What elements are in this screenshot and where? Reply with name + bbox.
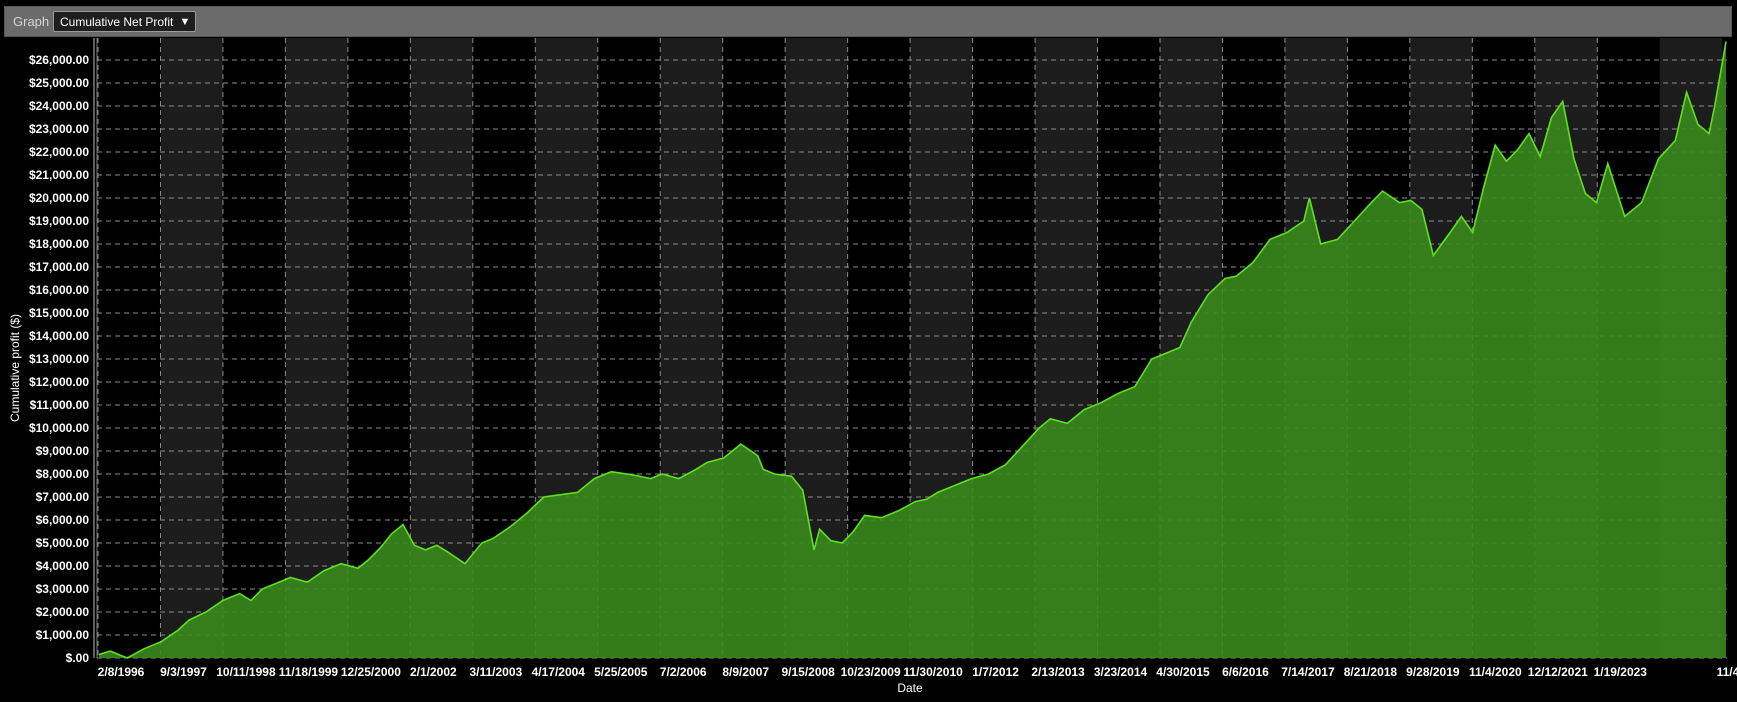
x-axis-title: Date <box>897 681 923 695</box>
background-band <box>160 38 223 658</box>
y-tick-label: $1,000.00 <box>36 628 90 642</box>
x-tick-label: 9/3/1997 <box>160 665 207 679</box>
y-tick-label: $23,000.00 <box>29 122 89 136</box>
y-tick-label: $22,000.00 <box>29 145 89 159</box>
cumulative-profit-chart: $.00 $1,000.00 $2,000.00 $3,000.00 $4,000.00… <box>0 38 1737 702</box>
x-tick-label: 1/7/2012 <box>972 665 1019 679</box>
x-tick-label: 10/11/1998 <box>216 665 276 679</box>
y-tick-label: $19,000.00 <box>29 214 89 228</box>
graph-toolbar: Graph Cumulative Net Profit ▼ <box>4 6 1732 37</box>
y-tick-label: $7,000.00 <box>36 490 90 504</box>
x-tick-label: 7/2/2006 <box>660 665 707 679</box>
y-tick-label: $3,000.00 <box>36 582 90 596</box>
x-tick-label: 7/14/2017 <box>1281 665 1335 679</box>
y-tick-label: $4,000.00 <box>36 559 90 573</box>
x-tick-label: 6/6/2016 <box>1222 665 1269 679</box>
y-tick-label: $12,000.00 <box>29 375 89 389</box>
x-tick-label: 2/1/2002 <box>410 665 457 679</box>
x-tick-label: 5/25/2005 <box>594 665 648 679</box>
x-tick-label: 12/25/2000 <box>341 665 401 679</box>
x-tick-label: 3/11/2003 <box>469 665 522 679</box>
x-tick-label: 3/23/2014 <box>1094 665 1148 679</box>
y-tick-label: $25,000.00 <box>29 76 89 90</box>
y-tick-label: $13,000.00 <box>29 352 89 366</box>
x-tick-label: 11/30/2010 <box>903 665 963 679</box>
x-tick-label: 4/30/2015 <box>1156 665 1210 679</box>
y-tick-label: $2,000.00 <box>36 605 90 619</box>
chevron-down-icon: ▼ <box>179 16 191 28</box>
y-tick-labels: $.00 $1,000.00 $2,000.00 $3,000.00 $4,000.00… <box>29 53 89 665</box>
x-tick-label: 2/13/2013 <box>1031 665 1085 679</box>
y-tick-label: $26,000.00 <box>29 53 89 67</box>
x-tick-label: 11/4/2024 <box>1717 665 1737 679</box>
y-tick-label: $11,000.00 <box>30 398 90 412</box>
x-tick-labels: 2/8/1996 9/3/1997 10/11/1998 11/18/1999 12/2… <box>98 665 1737 679</box>
y-tick-label: $21,000.00 <box>29 168 89 182</box>
y-tick-label: $5,000.00 <box>36 536 90 550</box>
x-tick-label: 2/8/1996 <box>98 665 145 679</box>
graph-type-select[interactable]: Cumulative Net Profit ▼ <box>53 11 197 32</box>
x-tick-label: 10/23/2009 <box>841 665 901 679</box>
x-tick-label: 8/21/2018 <box>1344 665 1398 679</box>
y-tick-label: $10,000.00 <box>29 421 89 435</box>
x-tick-label: 4/17/2004 <box>532 665 586 679</box>
x-tick-label: 8/9/2007 <box>722 665 769 679</box>
x-tick-label: 9/28/2019 <box>1406 665 1460 679</box>
y-tick-label: $17,000.00 <box>29 260 89 274</box>
x-tick-label: 11/4/2020 <box>1469 665 1522 679</box>
x-tick-label: 9/15/2008 <box>781 665 835 679</box>
chart-svg: $.00 $1,000.00 $2,000.00 $3,000.00 $4,000.00… <box>8 38 1737 695</box>
y-axis-title: Cumulative profit ($) <box>8 314 22 422</box>
y-tick-label: $9,000.00 <box>36 444 90 458</box>
y-tick-label: $15,000.00 <box>29 306 89 320</box>
y-tick-label: $16,000.00 <box>29 283 89 297</box>
x-tick-label: 1/19/2023 <box>1594 665 1648 679</box>
x-tick-label: 11/18/1999 <box>279 665 339 679</box>
x-tick-label: 12/12/2021 <box>1528 665 1588 679</box>
y-tick-label: $14,000.00 <box>29 329 89 343</box>
y-tick-label: $24,000.00 <box>29 99 89 113</box>
y-tick-label: $6,000.00 <box>36 513 90 527</box>
y-tick-label: $.00 <box>66 651 90 665</box>
y-tick-label: $20,000.00 <box>29 191 89 205</box>
graph-label: Graph <box>13 14 50 29</box>
y-tick-label: $18,000.00 <box>29 237 89 251</box>
graph-type-select-value: Cumulative Net Profit <box>60 15 174 29</box>
y-tick-label: $8,000.00 <box>36 467 90 481</box>
